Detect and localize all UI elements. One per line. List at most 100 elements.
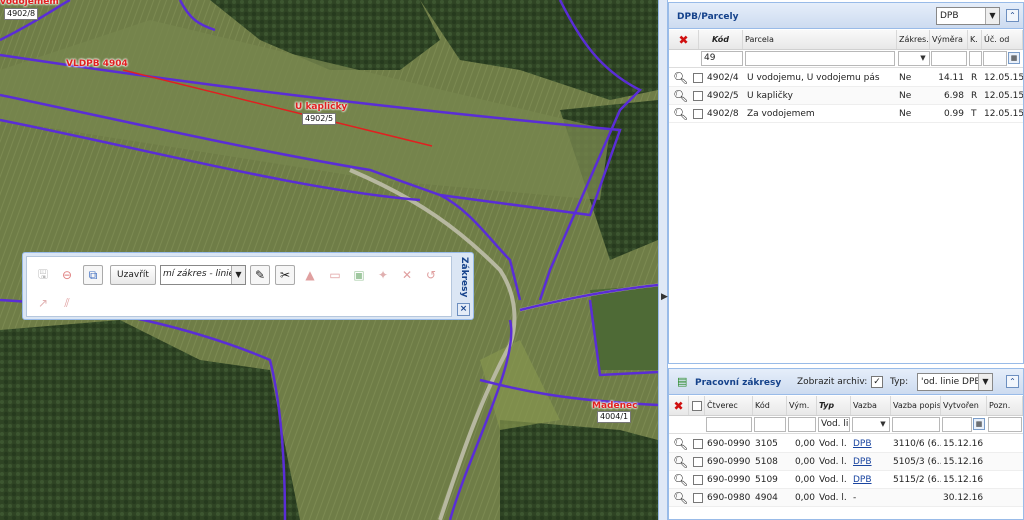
cell-vazba-link[interactable]: DPB [851, 435, 891, 452]
dpb-filter-row: 49 ▼ ▦ [669, 50, 1023, 68]
windows-icon[interactable]: ⧉ [83, 265, 103, 285]
layer-select[interactable]: mí zákres - linie ▼ [160, 265, 246, 285]
col-ctverec[interactable]: Čtverec [705, 396, 753, 415]
row-checkbox[interactable] [691, 489, 705, 506]
cell-vymera: 6.98 [943, 90, 964, 101]
row-checkbox[interactable] [691, 105, 705, 122]
map-view[interactable]: vodojemem 4902/8 VLDPB 4904 U kapličky 4… [0, 0, 658, 520]
undo-icon[interactable]: ↺ [421, 265, 441, 285]
cut-line-icon[interactable]: ✂ [275, 265, 295, 285]
col-vym[interactable]: Vým. [787, 396, 817, 415]
cell-typ: Vod. l. [819, 474, 847, 485]
cell-vazba-popis: 5105/3 (6... [893, 456, 941, 467]
col-typ[interactable]: Typ [817, 396, 851, 415]
cell-vytvoren: 30.12.16 [943, 492, 984, 503]
dpb-combo[interactable]: DPB ▼ [936, 7, 1000, 25]
table-row[interactable]: 🔍︎ 4902/8 Za vodojemem Ne 0.99 T 12.05.1… [669, 105, 1023, 123]
cell-vazba-popis [891, 489, 941, 506]
col-zakres[interactable]: Zákres. [897, 30, 930, 49]
col-vazba-popis[interactable]: Vazba popis [891, 396, 941, 415]
filter-k-input[interactable] [969, 51, 982, 66]
select-all-checkbox[interactable] [689, 396, 705, 415]
zoom-to-icon[interactable]: 🔍︎ [671, 87, 689, 104]
remove-icon[interactable]: ✕ [397, 265, 417, 285]
table-row[interactable]: 🔍︎ 4902/4 U vodojemu, U vodojemu pás Ne … [669, 69, 1023, 87]
filter-ctverec-input[interactable] [706, 417, 752, 432]
save-icon[interactable]: 🖫 [33, 265, 53, 285]
zoom-to-icon[interactable]: 🔍︎ [671, 453, 689, 470]
hatch-icon[interactable]: ⫽ [57, 293, 77, 313]
col-parcela[interactable]: Parcela [743, 30, 897, 49]
filter-vazba-select[interactable]: ▼ [852, 417, 890, 432]
filter-zakres-select[interactable]: ▼ [898, 51, 930, 66]
filter-parcela-input[interactable] [745, 51, 895, 66]
col-vazba[interactable]: Vazba [851, 396, 891, 415]
zoom-to-icon[interactable]: 🔍︎ [671, 69, 689, 86]
cell-vymera: 14.11 [938, 72, 964, 83]
type-combo[interactable]: 'od. linie DPB ▼ [917, 373, 993, 391]
clear-filter-icon[interactable]: ✖ [669, 30, 699, 49]
zoom-to-icon[interactable]: 🔍︎ [671, 471, 689, 488]
calendar-icon[interactable]: ▦ [1008, 52, 1020, 64]
cell-typ: Vod. l. [819, 456, 847, 467]
cell-kod: 5109 [755, 474, 778, 485]
delete-circle-icon[interactable]: ⊖ [57, 265, 77, 285]
chevron-right-icon[interactable]: ▶ [661, 292, 668, 302]
close-icon[interactable]: × [457, 303, 470, 316]
collapse-up-icon[interactable]: ⌃ [1006, 9, 1019, 22]
table-row[interactable]: 🔍︎ 690-0990 3105 0,00 Vod. l. DPB 3110/6… [669, 435, 1023, 453]
panel-splitter[interactable]: ▶ [658, 0, 668, 520]
cell-kod: 4904 [755, 492, 778, 503]
filter-vym-input[interactable] [788, 417, 816, 432]
cell-parcela: U vodojemu, U vodojemu pás [747, 72, 880, 83]
filter-kod-input[interactable] [754, 417, 786, 432]
filter-pozn-input[interactable] [988, 417, 1022, 432]
cell-vazba-popis: 3110/6 (6... [893, 438, 941, 449]
cell-k: R [971, 72, 978, 83]
cell-vazba-link[interactable]: DPB [851, 471, 891, 488]
table-row[interactable]: 🔍︎ 4902/5 U kapličky Ne 6.98 R 12.05.15 [669, 87, 1023, 105]
table-row[interactable]: 🔍︎ 690-0990 5109 0,00 Vod. l. DPB 5115/2… [669, 471, 1023, 489]
collapse-up-icon[interactable]: ⌃ [1006, 375, 1019, 388]
row-checkbox[interactable] [691, 69, 705, 86]
col-k[interactable]: K. [968, 30, 982, 49]
cell-ctverec: 690-0990 [707, 456, 751, 467]
table-row[interactable]: 🔍︎ 690-0980 4904 0,00 Vod. l. - 30.12.16 [669, 489, 1023, 507]
pencil-icon[interactable]: ✎ [250, 265, 270, 285]
erase-shape-icon[interactable]: ▲ [300, 265, 320, 285]
merge-icon[interactable]: ▣ [349, 265, 369, 285]
chevron-down-icon: ▼ [920, 54, 926, 62]
row-checkbox[interactable] [691, 87, 705, 104]
row-checkbox[interactable] [691, 435, 705, 452]
row-checkbox[interactable] [691, 471, 705, 488]
cell-kod: 4902/5 [707, 90, 739, 101]
col-kod[interactable]: Kód [753, 396, 787, 415]
col-pozn[interactable]: Pozn. [987, 396, 1023, 415]
filter-vymera-input[interactable] [931, 51, 967, 66]
cell-vazba-link[interactable]: DPB [851, 453, 891, 470]
dpb-header-row: ✖ Kód Parcela Zákres. Výměra K. Úč. od [669, 30, 1023, 50]
node-edit-icon[interactable]: ✦ [373, 265, 393, 285]
work-filter-row: Vod. lin ▼ ▦ [669, 416, 1023, 434]
table-row[interactable]: 🔍︎ 690-0990 5108 0,00 Vod. l. DPB 5105/3… [669, 453, 1023, 471]
clear-filter-icon[interactable]: ✖ [669, 396, 689, 415]
archive-checkbox[interactable]: ✓ [871, 376, 883, 388]
filter-vytvoren-input[interactable] [942, 417, 972, 432]
filter-kod-input[interactable]: 49 [701, 51, 743, 66]
col-vymera[interactable]: Výměra [930, 30, 968, 49]
col-kod[interactable]: Kód [699, 30, 743, 49]
close-button[interactable]: Uzavřít [110, 265, 156, 285]
cell-vytvoren: 15.12.16 [943, 474, 984, 485]
zoom-to-icon[interactable]: 🔍︎ [671, 105, 689, 122]
col-vytvoren[interactable]: Vytvořen [941, 396, 987, 415]
row-checkbox[interactable] [691, 453, 705, 470]
col-uc-od[interactable]: Úč. od [982, 30, 1023, 49]
filter-uc-od-input[interactable] [983, 51, 1007, 66]
zoom-to-icon[interactable]: 🔍︎ [671, 435, 689, 452]
filter-vazba-popis-input[interactable] [892, 417, 940, 432]
calendar-icon[interactable]: ▦ [973, 418, 985, 430]
filter-typ-input[interactable]: Vod. lin [818, 417, 850, 432]
arrow-icon[interactable]: ↗ [33, 293, 53, 313]
split-icon[interactable]: ▭ [325, 265, 345, 285]
zoom-to-icon[interactable]: 🔍︎ [671, 489, 689, 506]
